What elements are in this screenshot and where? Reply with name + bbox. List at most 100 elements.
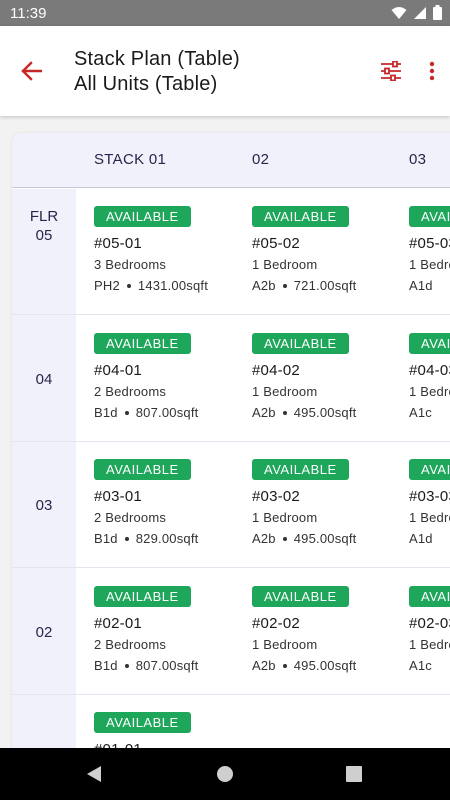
page-title-line1: Stack Plan (Table) — [74, 48, 240, 70]
unit-bedrooms: 1 Bedroom — [409, 510, 450, 525]
unit-card-03-03[interactable]: AVAILABLE #03-03 1 Bedroom A1d — [409, 459, 450, 546]
unit-type: A1c — [409, 405, 433, 420]
unit-card-03-02[interactable]: AVAILABLE #03-02 1 Bedroom A2b 495.00sqft — [252, 459, 402, 546]
floor-number: 02 — [35, 624, 53, 641]
separator-dot — [124, 663, 129, 668]
unit-number: #05-01 — [94, 235, 142, 252]
unit-bedrooms: 2 Bedrooms — [94, 384, 167, 399]
unit-bedrooms: 1 Bedroom — [409, 637, 450, 652]
unit-area: 721.00sqft — [293, 278, 357, 293]
unit-number: #03-03 — [409, 488, 450, 505]
nav-back-button[interactable] — [82, 762, 106, 786]
back-button[interactable] — [16, 56, 46, 86]
unit-bedrooms: 1 Bedroom — [252, 384, 318, 399]
row-divider — [12, 441, 450, 442]
status-badge: AVAILABLE — [252, 333, 349, 354]
floor-number: 05 — [35, 227, 53, 244]
unit-type: A1c — [409, 658, 433, 673]
status-badge: AVAILABLE — [94, 459, 191, 480]
unit-number: #02-01 — [94, 615, 142, 632]
unit-type: A2b — [252, 531, 276, 546]
app-bar: Stack Plan (Table) All Units (Table) — [0, 26, 450, 116]
unit-area: 807.00sqft — [135, 405, 199, 420]
unit-meta: A1c — [409, 658, 450, 673]
unit-area: 495.00sqft — [293, 658, 357, 673]
separator-dot — [124, 536, 129, 541]
unit-card-01-01[interactable]: AVAILABLE #01-01 — [94, 712, 244, 753]
unit-area: 495.00sqft — [293, 531, 357, 546]
unit-meta: A1d — [409, 278, 450, 293]
unit-type: B1d — [94, 405, 118, 420]
unit-type: B1d — [94, 658, 118, 673]
unit-card-04-02[interactable]: AVAILABLE #04-02 1 Bedroom A2b 495.00sqft — [252, 333, 402, 420]
floor-label-01: 01 — [12, 695, 76, 753]
unit-type: A1d — [409, 278, 433, 293]
unit-bedrooms: 1 Bedroom — [252, 637, 318, 652]
unit-card-05-03[interactable]: AVAILABLE #05-03 1 Bedroom A1d — [409, 206, 450, 293]
unit-bedrooms: 1 Bedroom — [252, 510, 318, 525]
status-time: 11:39 — [10, 5, 47, 22]
unit-card-05-01[interactable]: AVAILABLE #05-01 3 Bedrooms PH2 1431.00sq… — [94, 206, 244, 293]
separator-dot — [282, 410, 287, 415]
status-bar: 11:39 — [0, 0, 450, 26]
header-stack-01: STACK 01 — [94, 151, 167, 168]
stack-plan-table[interactable]: STACK 01 02 03 FLR 05 04 03 02 01 AVAILA… — [12, 133, 450, 753]
unit-number: #02-02 — [252, 615, 300, 632]
separator-dot — [126, 283, 131, 288]
nav-recents-button[interactable] — [342, 762, 366, 786]
nav-home-button[interactable] — [213, 762, 237, 786]
wifi-icon — [391, 6, 407, 19]
status-badge: AVAILABLE — [252, 586, 349, 607]
status-badge: AVAILABLE — [94, 333, 191, 354]
status-badge: AVAILABLE — [252, 459, 349, 480]
floor-label-04: 04 — [12, 316, 76, 443]
floor-label-03: 03 — [12, 442, 76, 569]
row-divider — [12, 567, 450, 568]
unit-area: 829.00sqft — [135, 531, 199, 546]
unit-card-04-01[interactable]: AVAILABLE #04-01 2 Bedrooms B1d 807.00sqf… — [94, 333, 244, 420]
unit-card-02-02[interactable]: AVAILABLE #02-02 1 Bedroom A2b 495.00sqft — [252, 586, 402, 673]
floor-column: FLR 05 04 03 02 01 — [12, 189, 76, 753]
unit-type: PH2 — [94, 278, 120, 293]
unit-meta: B1d 829.00sqft — [94, 531, 244, 546]
row-divider — [12, 694, 450, 695]
unit-card-03-01[interactable]: AVAILABLE #03-01 2 Bedrooms B1d 829.00sqf… — [94, 459, 244, 546]
arrow-left-icon — [21, 61, 42, 81]
filter-button[interactable] — [376, 56, 406, 86]
unit-card-02-01[interactable]: AVAILABLE #02-01 2 Bedrooms B1d 807.00sqf… — [94, 586, 244, 673]
floor-label-02: 02 — [12, 569, 76, 696]
unit-number: #04-01 — [94, 362, 142, 379]
unit-bedrooms: 1 Bedroom — [409, 384, 450, 399]
floor-number: 03 — [35, 497, 53, 514]
separator-dot — [282, 663, 287, 668]
status-badge: AVAILABLE — [409, 206, 450, 227]
unit-area: 1431.00sqft — [137, 278, 209, 293]
floor-label-prefix: FLR — [29, 208, 59, 225]
unit-type: A2b — [252, 658, 276, 673]
header-stack-02: 02 — [252, 151, 270, 168]
more-options-button[interactable] — [420, 56, 444, 86]
status-icons — [391, 5, 442, 20]
signal-icon — [414, 6, 426, 19]
unit-card-05-02[interactable]: AVAILABLE #05-02 1 Bedroom A2b 721.00sqft — [252, 206, 402, 293]
separator-dot — [124, 410, 129, 415]
unit-type: A1d — [409, 531, 433, 546]
unit-card-04-03[interactable]: AVAILABLE #04-03 1 Bedroom A1c — [409, 333, 450, 420]
unit-type: B1d — [94, 531, 118, 546]
square-recents-icon — [346, 766, 362, 782]
status-badge: AVAILABLE — [252, 206, 349, 227]
unit-number: #04-02 — [252, 362, 300, 379]
page-title-line2: All Units (Table) — [74, 73, 218, 95]
system-nav-bar — [0, 748, 450, 800]
unit-number: #03-01 — [94, 488, 142, 505]
unit-card-02-03[interactable]: AVAILABLE #02-03 1 Bedroom A1c — [409, 586, 450, 673]
unit-bedrooms: 1 Bedroom — [252, 257, 318, 272]
unit-bedrooms: 3 Bedrooms — [94, 257, 167, 272]
unit-meta: A2b 495.00sqft — [252, 658, 402, 673]
sliders-icon — [381, 61, 401, 81]
unit-area: 495.00sqft — [293, 405, 357, 420]
unit-bedrooms: 2 Bedrooms — [94, 510, 167, 525]
unit-type: A2b — [252, 278, 276, 293]
circle-home-icon — [217, 766, 233, 782]
row-divider — [12, 314, 450, 315]
